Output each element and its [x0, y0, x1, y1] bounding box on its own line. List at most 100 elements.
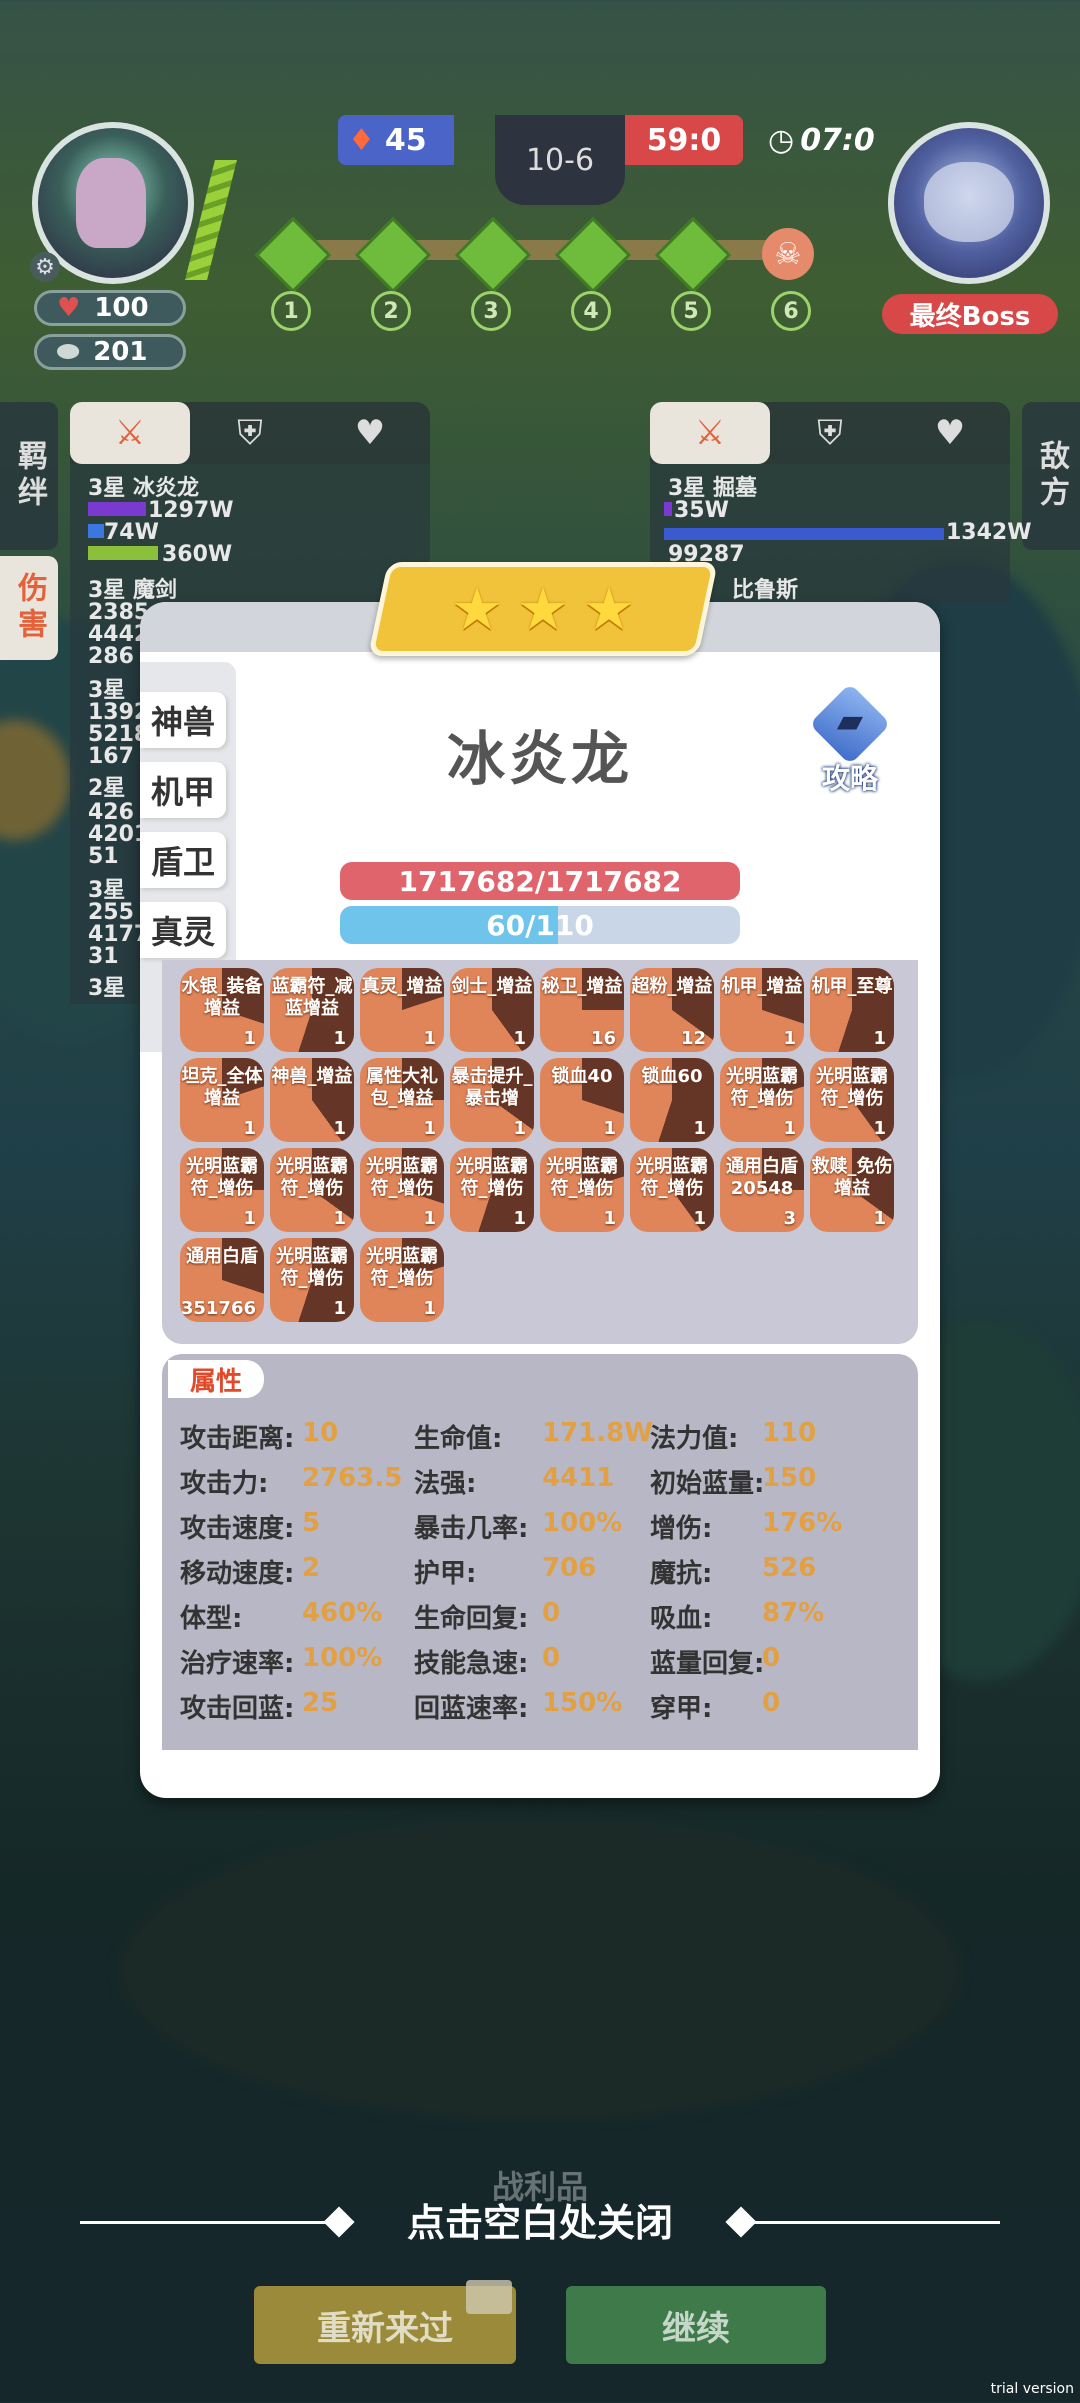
attribute-label: 移动速度:: [180, 1559, 295, 1589]
side-tab-damage[interactable]: 伤害: [0, 556, 58, 660]
buff-item-count: 1: [873, 1208, 886, 1229]
strategy-button[interactable]: ▰ 攻略: [805, 683, 895, 797]
buff-item-name: 属性大礼包_增益: [366, 1066, 438, 1109]
attribute-value: 5: [302, 1508, 321, 1538]
buff-item[interactable]: 属性大礼包_增益 1: [360, 1058, 444, 1142]
left-row-3-v3: 167: [88, 744, 134, 769]
buff-item[interactable]: 锁血60 1: [630, 1058, 714, 1142]
buff-item[interactable]: 机甲_至尊 1: [810, 968, 894, 1052]
boss-node-skull-icon: ☠: [762, 228, 814, 280]
buff-item[interactable]: 光明蓝霸符_增伤 1: [540, 1148, 624, 1232]
score-left: ♦ 45: [338, 115, 454, 165]
sword-tab[interactable]: ⚔: [650, 402, 770, 464]
attribute-panel: 属性 攻击距离: 10 生命值: 171.8W 法力值: 110 攻击力: 2763.5 法强:…: [162, 1354, 918, 1750]
settings-gear-icon[interactable]: ⚙: [30, 252, 60, 282]
attribute-label: 护甲:: [414, 1559, 477, 1589]
buff-item[interactable]: 光明蓝霸符_增伤 1: [450, 1148, 534, 1232]
buff-item[interactable]: 通用白盾 351766: [180, 1238, 264, 1322]
buff-item[interactable]: 通用白盾 20548 3: [720, 1148, 804, 1232]
buff-item[interactable]: 暴击提升_暴击增 1: [450, 1058, 534, 1142]
buff-item[interactable]: 光明蓝霸符_增伤 1: [270, 1148, 354, 1232]
attribute-label: 暴击几率:: [414, 1514, 529, 1544]
buff-item[interactable]: 超粉_增益 12: [630, 968, 714, 1052]
star-icon: ★: [517, 575, 569, 643]
strategy-label: 攻略: [821, 762, 878, 795]
buff-item[interactable]: 水银_装备增益 1: [180, 968, 264, 1052]
tab-true-spirit[interactable]: 真灵: [140, 902, 226, 958]
attribute-value: 150: [762, 1463, 817, 1493]
buff-item[interactable]: 真灵_增益 1: [360, 968, 444, 1052]
right-panel-tabs: ⚔ ⛨ ♥: [650, 402, 1010, 464]
attribute-label: 法强:: [414, 1469, 477, 1499]
attribute-value: 0: [762, 1688, 781, 1718]
buff-item-name: 机甲_至尊: [811, 976, 893, 997]
attribute-value: 0: [542, 1643, 561, 1673]
buff-item-name: 水银_装备增益: [181, 976, 263, 1019]
heart-tab[interactable]: ♥: [310, 402, 430, 464]
buff-item-count: 1: [333, 1028, 346, 1049]
player-coins-value: 201: [93, 337, 148, 367]
buff-item[interactable]: 光明蓝霸符_增伤 1: [630, 1148, 714, 1232]
buff-item-count: 1: [423, 1208, 436, 1229]
sword-tab[interactable]: ⚔: [70, 402, 190, 464]
buff-item[interactable]: 剑士_增益 1: [450, 968, 534, 1052]
boss-avatar[interactable]: [888, 122, 1050, 284]
side-tab-bonds[interactable]: 羁绊: [0, 402, 58, 550]
buff-item[interactable]: 神兽_增益 1: [270, 1058, 354, 1142]
right-row-2-name: 比鲁斯: [732, 578, 799, 603]
heart-tab[interactable]: ♥: [890, 402, 1010, 464]
buff-item[interactable]: 光明蓝霸符_增伤 1: [270, 1238, 354, 1322]
attribute-label: 攻击距离:: [180, 1424, 295, 1454]
attribute-label: 吸血:: [650, 1604, 713, 1634]
divider-line-right: [730, 2221, 1000, 2224]
buff-item[interactable]: 锁血40 1: [540, 1058, 624, 1142]
shield-tab[interactable]: ⛨: [190, 402, 310, 464]
buff-item-name: 救赎_免伤增益: [811, 1156, 893, 1199]
unit-detail-modal: ★ ★ ★ 神兽 机甲 盾卫 真灵 冰炎龙 ▰ 攻略 1717682/17176…: [140, 562, 940, 1798]
buff-item[interactable]: 光明蓝霸符_增伤 1: [360, 1148, 444, 1232]
buff-item-count: 1: [603, 1118, 616, 1139]
video-ad-icon: [466, 2280, 512, 2314]
buff-item[interactable]: 蓝霸符_减蓝增益 1: [270, 968, 354, 1052]
buff-item-count: 1: [873, 1118, 886, 1139]
buff-item[interactable]: 光明蓝霸符_增伤 1: [360, 1238, 444, 1322]
left-row-1-v3: 360W: [162, 542, 233, 567]
stage-num-3: 3: [471, 291, 511, 331]
buff-item-count: 1: [243, 1118, 256, 1139]
tab-shield-guard[interactable]: 盾卫: [140, 832, 226, 888]
buff-item-name: 光明蓝霸符_增伤: [636, 1156, 708, 1199]
buff-item-name: 光明蓝霸符_增伤: [186, 1156, 258, 1199]
buff-item-name: 通用白盾 20548: [726, 1156, 798, 1199]
buff-item[interactable]: 光明蓝霸符_增伤 1: [720, 1058, 804, 1142]
heart-icon: ♥: [57, 293, 81, 323]
star-icon: ★: [451, 575, 503, 643]
buff-item[interactable]: 光明蓝霸符_增伤 1: [180, 1148, 264, 1232]
buff-item[interactable]: 机甲_增益 1: [720, 968, 804, 1052]
continue-button[interactable]: 继续: [566, 2286, 826, 2364]
left-row-1-v2: 74W: [104, 520, 159, 545]
attribute-title: 属性: [168, 1360, 264, 1398]
stage-num-4: 4: [571, 291, 611, 331]
buff-item[interactable]: 秘卫_增益 16: [540, 968, 624, 1052]
attribute-value: 2763.5: [302, 1463, 403, 1493]
attribute-value: 100%: [302, 1643, 383, 1673]
buff-item[interactable]: 坦克_全体增益 1: [180, 1058, 264, 1142]
shield-tab[interactable]: ⛨: [770, 402, 890, 464]
buff-item-count: 1: [513, 1118, 526, 1139]
attribute-label: 法力值:: [650, 1424, 739, 1454]
attribute-value: 526: [762, 1553, 817, 1583]
buff-item[interactable]: 救赎_免伤增益 1: [810, 1148, 894, 1232]
right-row-1-bar: [664, 502, 672, 516]
attribute-label: 攻击力:: [180, 1469, 269, 1499]
buff-item[interactable]: 光明蓝霸符_增伤 1: [810, 1058, 894, 1142]
buff-item-name: 蓝霸符_减蓝增益: [271, 976, 353, 1019]
attribute-label: 生命值:: [414, 1424, 503, 1454]
attribute-label: 生命回复:: [414, 1604, 529, 1634]
left-row-4-v3: 51: [88, 844, 119, 869]
timer: ◷ 07:0: [768, 122, 875, 158]
buff-item-name: 神兽_增益: [271, 1066, 353, 1087]
player-hp-pill: ♥ 100: [34, 290, 186, 326]
hp-bar: 1717682/1717682: [340, 862, 740, 900]
buff-item-count: 1: [243, 1028, 256, 1049]
attribute-label: 技能急速:: [414, 1649, 529, 1679]
